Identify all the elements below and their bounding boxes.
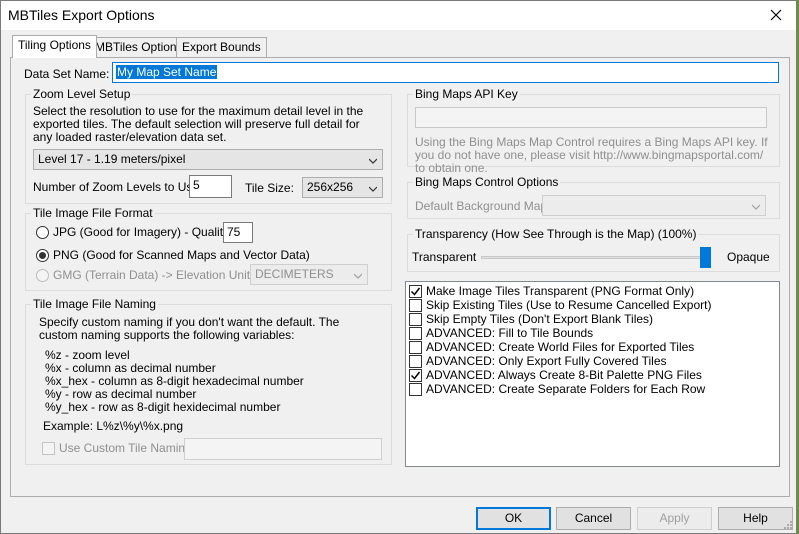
custom-naming-checkbox[interactable] <box>42 442 55 455</box>
chevron-down-icon <box>354 273 362 279</box>
tile-size-value: 256x256 <box>307 180 354 194</box>
dataset-name-label: Data Set Name: <box>24 67 110 81</box>
option-label: ADVANCED: Only Export Fully Covered Tile… <box>426 354 667 368</box>
tile-size-dropdown[interactable]: 256x256 <box>302 177 383 198</box>
resize-grip-icon[interactable] <box>783 520 793 530</box>
bing-api-note: Using the Bing Maps Map Control requires… <box>415 135 768 175</box>
option-label: ADVANCED: Create Separate Folders for Ea… <box>426 382 706 396</box>
option-label: Skip Empty Tiles (Don't Export Blank Til… <box>426 312 654 326</box>
num-levels-label: Number of Zoom Levels to Use: <box>33 180 203 194</box>
chevron-down-icon <box>752 204 760 210</box>
tab-mbtiles-options[interactable]: MBTiles Options <box>89 37 189 57</box>
window-title: MBTiles Export Options <box>8 7 155 23</box>
dataset-name-input[interactable]: My Map Set Name <box>112 62 779 83</box>
bing-control-title: Bing Maps Control Options <box>413 175 561 189</box>
option-checkbox[interactable] <box>409 299 422 312</box>
variable-item: %x - column as decimal number <box>45 361 216 375</box>
num-levels-input[interactable]: 5 <box>189 175 232 198</box>
elevation-units-value: DECIMETERS <box>255 267 334 281</box>
chevron-down-icon <box>369 158 377 164</box>
dataset-name-value: My Map Set Name <box>116 65 218 79</box>
option-checkbox[interactable] <box>409 327 422 340</box>
elevation-units-dropdown[interactable]: DECIMETERS <box>250 264 368 285</box>
opaque-label: Opaque <box>727 250 770 264</box>
bing-api-title: Bing Maps API Key <box>413 87 520 101</box>
num-levels-value: 5 <box>193 178 200 192</box>
zoom-level-dropdown[interactable]: Level 17 - 1.19 meters/pixel <box>33 149 383 170</box>
option-checkbox[interactable] <box>409 341 422 354</box>
transparent-label: Transparent <box>412 250 477 264</box>
file-naming-title: Tile Image File Naming <box>31 297 158 311</box>
jpg-label: JPG (Good for Imagery) - Quality -> <box>53 225 244 239</box>
ok-button[interactable]: OK <box>476 507 551 530</box>
jpg-quality-input[interactable]: 75 <box>223 222 253 243</box>
option-label: Skip Existing Tiles (Use to Resume Cance… <box>426 298 712 312</box>
tab-label: MBTiles Options <box>95 40 183 54</box>
cancel-button[interactable]: Cancel <box>556 507 631 530</box>
option-label: Make Image Tiles Transparent (PNG Format… <box>426 284 695 298</box>
option-label: ADVANCED: Fill to Tile Bounds <box>426 326 594 340</box>
option-label: ADVANCED: Always Create 8-Bit Palette PN… <box>426 368 702 382</box>
option-checkbox[interactable] <box>409 369 422 382</box>
transparency-title: Transparency (How See Through is the Map… <box>413 227 699 241</box>
bg-map-label: Default Background Map: <box>415 199 551 213</box>
bing-api-key-input[interactable] <box>415 107 767 128</box>
option-checkbox[interactable] <box>409 313 422 326</box>
tab-label: Tiling Options <box>18 38 91 52</box>
export-options-list: Make Image Tiles Transparent (PNG Format… <box>405 281 780 467</box>
variable-item: %y_hex - row as 8-digit hexidecimal numb… <box>45 400 281 414</box>
transparency-slider-thumb[interactable] <box>700 247 711 268</box>
option-label: ADVANCED: Create World Files for Exporte… <box>426 340 695 354</box>
apply-button[interactable]: Apply <box>637 507 712 530</box>
tab-label: Export Bounds <box>182 40 261 54</box>
option-checkbox[interactable] <box>409 285 422 298</box>
naming-description: Specify custom naming if you don't want … <box>39 315 340 342</box>
title-bar: MBTiles Export Options <box>1 1 796 30</box>
variable-item: %x_hex - column as 8-digit hexadecimal n… <box>45 374 304 388</box>
check-icon <box>410 371 421 380</box>
png-radio[interactable] <box>36 249 49 262</box>
file-format-title: Tile Image File Format <box>31 206 155 220</box>
tile-size-label: Tile Size: <box>245 181 294 195</box>
transparency-slider-track[interactable] <box>481 256 711 259</box>
zoom-level-value: Level 17 - 1.19 meters/pixel <box>38 152 186 166</box>
gmg-label: GMG (Terrain Data) -> Elevation Units <box>53 268 257 282</box>
gmg-radio[interactable] <box>36 269 49 282</box>
custom-naming-label: Use Custom Tile Naming <box>59 441 192 455</box>
help-button[interactable]: Help <box>718 507 793 530</box>
option-checkbox[interactable] <box>409 355 422 368</box>
chevron-down-icon <box>369 186 377 192</box>
jpg-quality-value: 75 <box>227 225 241 239</box>
variable-item: %z - zoom level <box>45 348 130 362</box>
custom-naming-input[interactable] <box>184 438 382 460</box>
option-checkbox[interactable] <box>409 383 422 396</box>
export-options-dialog: MBTiles Export Options Tiling Options MB… <box>0 0 797 534</box>
jpg-radio[interactable] <box>36 226 49 239</box>
tab-tiling-options[interactable]: Tiling Options <box>12 35 97 58</box>
zoom-group-title: Zoom Level Setup <box>31 87 133 101</box>
bg-map-dropdown[interactable] <box>542 195 766 216</box>
tab-export-bounds[interactable]: Export Bounds <box>176 37 267 57</box>
check-icon <box>410 287 421 296</box>
zoom-description: Select the resolution to use for the max… <box>33 104 364 144</box>
naming-example: Example: L%z\%y\%x.png <box>43 419 184 433</box>
variable-item: %y - row as decimal number <box>45 387 197 401</box>
png-label: PNG (Good for Scanned Maps and Vector Da… <box>53 248 310 262</box>
close-icon[interactable] <box>766 4 786 26</box>
